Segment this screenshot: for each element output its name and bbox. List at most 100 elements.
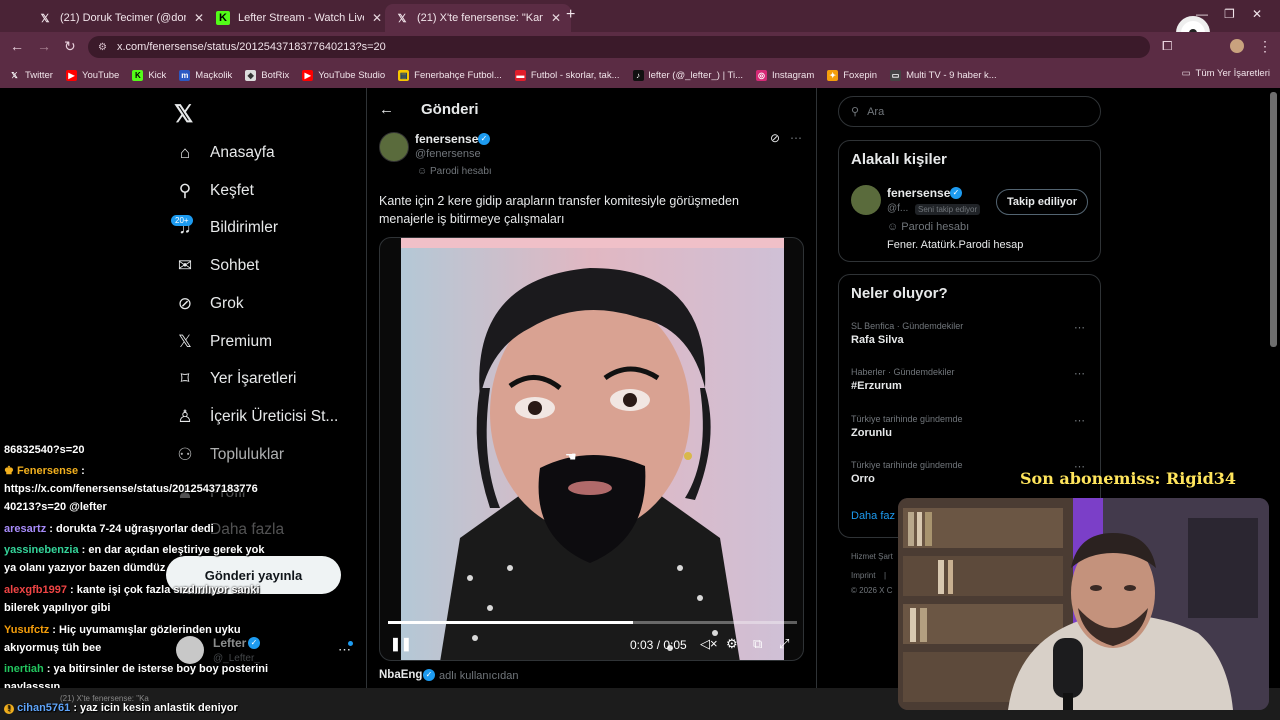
chat-message: ya olanı yazıyor bazen dümdüz <box>4 562 166 574</box>
crown-icon: ♚ <box>4 465 14 477</box>
nav-bookmarks[interactable]: ⌑ Yer İşaretleri <box>174 368 297 390</box>
reply-author-name[interactable]: NbaEng <box>379 669 422 681</box>
chat-message: 40213?s=20 @lefter <box>4 501 107 513</box>
tiktok-icon: ♪ <box>632 69 644 81</box>
trend-more-icon[interactable]: ⋯ <box>1074 414 1086 427</box>
video-time: 0:03 / 0:05 <box>630 638 687 652</box>
nav-premium[interactable]: 𝕏 Premium <box>174 331 272 353</box>
bookmark-futbol[interactable]: ▬ Futbol - skorlar, tak... <box>514 69 620 81</box>
nav-home[interactable]: ⌂ Anasayfa <box>174 142 275 164</box>
browser-tab-active[interactable]: 𝕏 (21) X'te fenersense: "Kante için ✕ <box>385 4 572 32</box>
youtube-studio-icon: ▶ <box>302 69 314 81</box>
browser-menu-icon[interactable]: ⋮ <box>1258 38 1272 55</box>
flashscore-icon: ▬ <box>514 69 526 81</box>
video-progress-track[interactable] <box>388 621 797 624</box>
profile-avatar[interactable] <box>1230 39 1244 53</box>
bookmarks-bar: 𝕏 Twitter ▶ YouTube K Kick m Maçkolik ◆ BotRi… <box>0 62 1280 88</box>
extensions-icon[interactable]: ⧠ <box>1162 38 1172 54</box>
webcam-feed <box>898 498 1269 710</box>
page-title: Gönderi <box>421 101 479 118</box>
verified-badge-icon: ✓ <box>478 133 490 145</box>
footer-copyright: © 2026 X C <box>851 586 893 595</box>
avatar[interactable] <box>851 185 881 215</box>
nav-grok[interactable]: ⊘ Grok <box>174 293 244 315</box>
multitv-icon: ▭ <box>890 69 902 81</box>
forward-icon[interactable]: → <box>37 38 51 54</box>
trend-item[interactable]: Türkiye tarihinde gündemde Orro <box>851 460 963 485</box>
tab-title: (21) Doruk Tecimer (@dorukte <box>60 12 186 24</box>
footer-link[interactable]: Imprint <box>851 571 875 580</box>
related-name[interactable]: fenersense <box>887 186 950 200</box>
close-tab-icon[interactable]: ✕ <box>372 11 382 25</box>
bookmark-youtube-studio[interactable]: ▶ YouTube Studio <box>302 69 385 81</box>
notification-badge: 20+ <box>171 215 193 226</box>
search-input[interactable]: ⚲ Ara <box>838 96 1101 127</box>
reply-author-suffix: adlı kullanıcıdan <box>439 670 519 682</box>
bookmark-kick[interactable]: K Kick <box>132 69 166 81</box>
trend-more-icon[interactable]: ⋯ <box>1074 321 1086 334</box>
bookmark-icon: ⌑ <box>180 369 190 388</box>
fenerbahce-icon: ▤ <box>398 69 410 81</box>
bookmark-fenerbahce[interactable]: ▤ Fenerbahçe Futbol... <box>398 69 502 81</box>
trend-more-icon[interactable]: ⋯ <box>1074 367 1086 380</box>
related-handle: @f... <box>887 203 909 214</box>
author-avatar[interactable] <box>379 132 409 162</box>
pause-icon[interactable]: ❚❚ <box>390 636 412 652</box>
maximize-icon[interactable]: ❐ <box>1224 7 1235 21</box>
new-tab-icon[interactable]: + <box>566 6 575 24</box>
tab-title: Lefter Stream - Watch Live on K <box>238 12 364 24</box>
address-bar[interactable]: ⚙ x.com/fenersense/status/20125437183776… <box>88 36 1150 58</box>
parody-label: ☺ Parodi hesabı <box>417 166 492 177</box>
bookmark-multitv[interactable]: ▭ Multi TV - 9 haber k... <box>890 69 997 81</box>
back-icon[interactable]: ← <box>10 38 24 54</box>
instagram-icon: ◎ <box>756 69 767 81</box>
window-close-icon[interactable]: ✕ <box>1252 7 1262 21</box>
close-tab-icon[interactable]: ✕ <box>551 11 561 25</box>
post-video[interactable]: ❚❚ 0:03 / 0:05 ◁× ⚙ ⧉ ⤢ <box>379 237 804 661</box>
botrix-icon: ◆ <box>245 69 257 81</box>
browser-tab[interactable]: 𝕏 (21) Doruk Tecimer (@dorukte ✕ <box>28 4 214 32</box>
verified-badge-icon: ✓ <box>423 669 435 681</box>
following-button[interactable]: Takip ediliyor <box>996 189 1088 215</box>
scrollbar-thumb[interactable] <box>1270 92 1277 347</box>
picture-in-picture-icon[interactable]: ⧉ <box>753 636 762 652</box>
bookmark-twitter[interactable]: 𝕏 Twitter <box>9 70 53 81</box>
trend-item[interactable]: SL Benfica · Gündemdekiler Rafa Silva <box>851 321 963 346</box>
chat-message: akıyormuş tüh bee <box>4 642 102 654</box>
bookmark-mackolik[interactable]: m Maçkolik <box>179 69 232 81</box>
trend-item[interactable]: Haberler · Gündemdekiler #Erzurum <box>851 367 955 392</box>
author-name[interactable]: fenersense <box>415 132 478 146</box>
mute-icon[interactable]: ◁× <box>700 636 718 652</box>
nav-messages[interactable]: ✉ Sohbet <box>174 255 259 277</box>
show-more-link[interactable]: Daha faz <box>851 510 895 522</box>
bookmark-tiktok[interactable]: ♪ lefter (@_lefter_) | Ti... <box>632 69 743 81</box>
bookmark-instagram[interactable]: ◎ Instagram <box>756 69 814 81</box>
bookmark-botrix[interactable]: ◆ BotRix <box>245 69 289 81</box>
panel-title: Alakalı kişiler <box>851 151 947 168</box>
bookmark-foxepin[interactable]: ✦ Foxepin <box>827 69 877 81</box>
x-logo-icon[interactable]: 𝕏 <box>174 100 193 129</box>
x-premium-icon: 𝕏 <box>178 332 192 351</box>
fullscreen-icon[interactable]: ⤢ <box>779 636 789 652</box>
grok-explain-icon[interactable]: ⊘ <box>770 131 780 145</box>
reload-icon[interactable]: ↻ <box>64 38 76 55</box>
trend-item[interactable]: Türkiye tarihinde gündemde Zorunlu <box>851 414 963 439</box>
site-info-icon[interactable]: ⚙ <box>98 42 107 53</box>
url-text: x.com/fenersense/status/2012543718377640… <box>116 41 386 53</box>
back-arrow-icon[interactable]: ← <box>379 101 394 118</box>
settings-gear-icon[interactable]: ⚙ <box>726 636 738 652</box>
nav-communities[interactable]: ⚇ Topluluklar <box>174 444 284 466</box>
footer-link[interactable]: Hizmet Şart <box>851 552 893 561</box>
related-bio: Fener. Atatürk.Parodi hesap <box>887 239 1024 251</box>
all-bookmarks[interactable]: ▭ Tüm Yer İşaretleri <box>1182 68 1270 79</box>
more-options-icon[interactable]: ⋯ <box>790 131 802 145</box>
kick-logo-icon: K <box>216 11 230 25</box>
nav-explore[interactable]: ⚲ Keşfet <box>174 180 254 202</box>
nav-creator-studio[interactable]: ♙ İçerik Üreticisi St... <box>174 406 338 428</box>
panel-title: Neler oluyor? <box>851 285 948 302</box>
browser-tab[interactable]: K Lefter Stream - Watch Live on K ✕ <box>206 4 392 32</box>
bookmark-youtube[interactable]: ▶ YouTube <box>65 69 119 81</box>
chat-message: aresartz : dorukta 7-24 uğraşıyorlar ded… <box>4 523 214 535</box>
alert-badge-icon: ! <box>4 704 14 714</box>
close-tab-icon[interactable]: ✕ <box>194 11 204 25</box>
